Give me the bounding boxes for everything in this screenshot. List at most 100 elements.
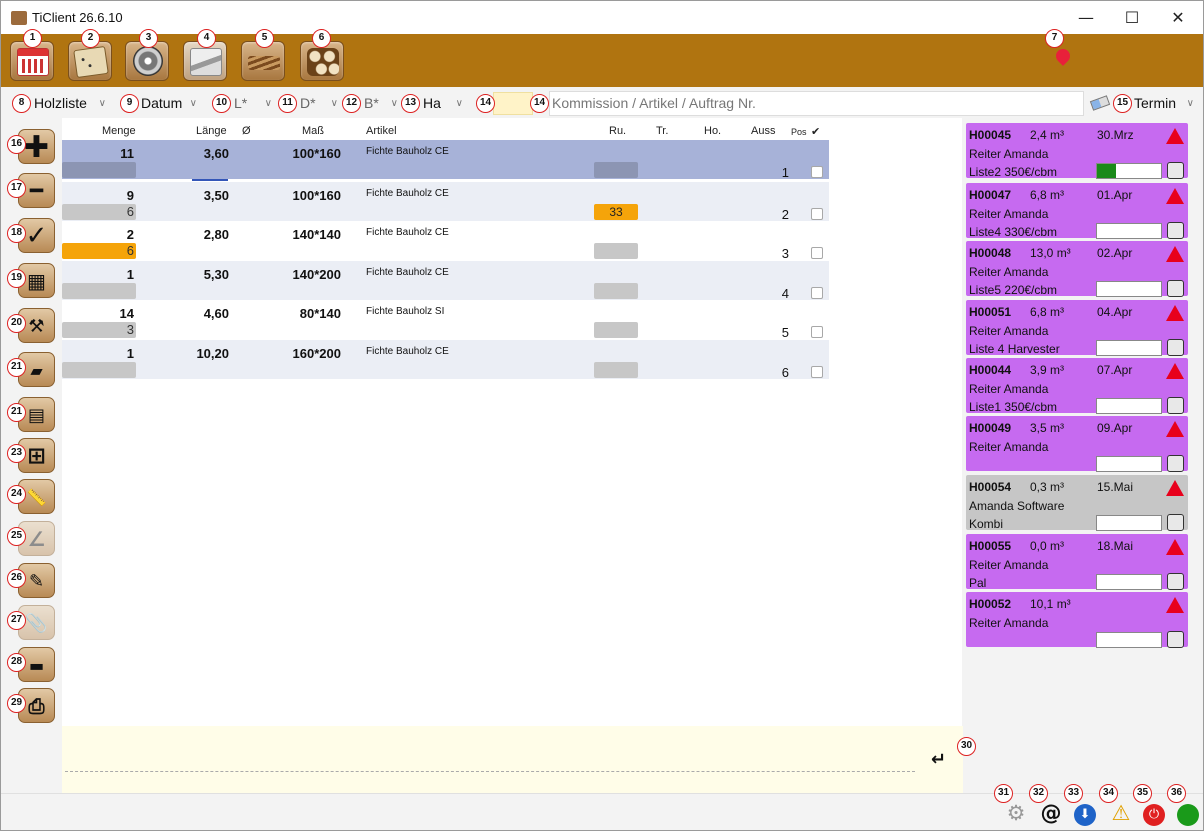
sub-quantity-cell[interactable]: 3 — [62, 322, 136, 338]
column-header-diameter[interactable]: Ø — [242, 125, 251, 137]
order-checkbox[interactable] — [1167, 162, 1184, 179]
badge: 27 — [7, 611, 26, 630]
close-button[interactable]: ✕ — [1155, 1, 1201, 34]
position-cell: 2 — [781, 207, 789, 222]
warning-triangle-icon — [1166, 305, 1184, 321]
order-checkbox[interactable] — [1167, 397, 1184, 414]
column-header-ru[interactable]: Ru. — [609, 125, 626, 137]
order-card[interactable]: H00044 3,9 m³ 07.Apr Reiter Amanda Liste1 35… — [966, 358, 1188, 414]
sub-quantity-cell[interactable] — [62, 162, 136, 178]
order-checkbox[interactable] — [1167, 222, 1184, 239]
column-header-tr[interactable]: Tr. — [656, 125, 668, 137]
diameter-filter-dropdown[interactable]: D* ∨ — [298, 92, 340, 115]
ru-cell[interactable] — [594, 362, 638, 378]
memo-field[interactable] — [62, 726, 963, 793]
maximize-button[interactable]: ☐ — [1109, 1, 1155, 34]
column-header-menge[interactable]: Menge — [102, 125, 136, 137]
badge: 36 — [1167, 784, 1186, 803]
badge: 9 — [120, 94, 139, 113]
ru-cell[interactable] — [594, 162, 638, 178]
dimension-cell: 80*140 — [299, 306, 341, 321]
row-checkbox[interactable] — [811, 287, 823, 299]
power-icon[interactable]: ⏻ — [1143, 804, 1165, 826]
sub-quantity-cell[interactable] — [62, 362, 136, 378]
order-checkbox[interactable] — [1167, 514, 1184, 531]
row-checkbox[interactable] — [811, 247, 823, 259]
order-card[interactable]: H00047 6,8 m³ 01.Apr Reiter Amanda Liste4 33… — [966, 183, 1188, 239]
column-header-pos[interactable]: Pos — [791, 127, 807, 137]
notepad-icon — [73, 45, 109, 79]
order-card[interactable]: H00048 13,0 m³ 02.Apr Reiter Amanda Liste5 2… — [966, 241, 1188, 297]
sub-quantity-cell[interactable]: 6 — [62, 243, 136, 259]
length-filter-dropdown[interactable]: L* ∨ — [232, 92, 274, 115]
order-card[interactable]: H00051 6,8 m³ 04.Apr Reiter Amanda Liste 4 H… — [966, 300, 1188, 356]
warning-icon[interactable]: ⚠ — [1109, 801, 1133, 825]
badge: 33 — [1064, 784, 1083, 803]
order-customer: Reiter Amanda — [969, 382, 1049, 396]
sort-value: Datum — [141, 95, 183, 111]
order-checkbox[interactable] — [1167, 631, 1184, 648]
order-card[interactable]: H00052 10,1 m³ Reiter Amanda — [966, 592, 1188, 648]
order-note: Liste1 350€/cbm — [969, 400, 1058, 414]
sub-quantity-cell[interactable]: 6 — [62, 204, 136, 220]
article-cell: Fichte Bauholz CE — [366, 188, 449, 199]
badge: 14 — [476, 94, 495, 113]
dimension-cell: 140*200 — [292, 267, 341, 282]
column-header-laenge[interactable]: Länge — [196, 125, 227, 137]
order-card[interactable]: H00055 0,0 m³ 18.Mai Reiter Amanda Pal — [966, 534, 1188, 590]
badge: 2 — [81, 29, 100, 48]
row-checkbox[interactable] — [811, 366, 823, 378]
order-customer: Reiter Amanda — [969, 558, 1049, 572]
article-cell: Fichte Bauholz CE — [366, 267, 449, 278]
order-date: 09.Apr — [1097, 421, 1133, 435]
column-header-auss[interactable]: Auss — [751, 125, 775, 137]
badge: 16 — [7, 135, 26, 154]
search-input[interactable]: Kommission / Artikel / Auftrag Nr. — [549, 91, 1084, 116]
gear-icon[interactable]: ⚙ — [1004, 801, 1028, 825]
article-cell: Fichte Bauholz CE — [366, 146, 449, 157]
order-checkbox[interactable] — [1167, 455, 1184, 472]
order-customer: Amanda Software — [969, 499, 1065, 513]
ru-cell[interactable]: 33 — [594, 204, 638, 220]
order-progress-bar — [1096, 163, 1162, 179]
order-date: 01.Apr — [1097, 188, 1133, 202]
row-checkbox[interactable] — [811, 166, 823, 178]
at-sign-icon[interactable]: @ — [1039, 801, 1063, 825]
order-volume: 3,9 m³ — [1030, 363, 1065, 377]
badge: 31 — [994, 784, 1013, 803]
column-header-mass[interactable]: Maß — [302, 125, 324, 137]
order-checkbox[interactable] — [1167, 339, 1184, 356]
row-checkbox[interactable] — [811, 326, 823, 338]
enter-icon[interactable]: ↵ — [931, 749, 946, 770]
order-checkbox[interactable] — [1167, 280, 1184, 297]
ru-cell[interactable] — [594, 283, 638, 299]
download-icon[interactable]: ⬇ — [1074, 804, 1096, 826]
badge: 28 — [7, 653, 26, 672]
ha-filter-dropdown[interactable]: Ha ∨ — [421, 92, 465, 115]
width-filter-dropdown[interactable]: B* ∨ — [362, 92, 400, 115]
order-card[interactable]: H00049 3,5 m³ 09.Apr Reiter Amanda — [966, 416, 1188, 472]
order-progress-bar — [1096, 574, 1162, 590]
highlight-field[interactable] — [493, 92, 533, 115]
firewood-icon — [307, 48, 339, 76]
ru-cell[interactable] — [594, 322, 638, 338]
sort-dropdown[interactable]: Datum ∨ — [139, 92, 199, 115]
order-id: H00045 — [969, 128, 1012, 142]
ru-cell[interactable] — [594, 243, 638, 259]
article-cell: Fichte Bauholz SI — [366, 306, 445, 317]
status-online-icon[interactable] — [1177, 804, 1199, 826]
order-checkbox[interactable] — [1167, 573, 1184, 590]
column-header-ho[interactable]: Ho. — [704, 125, 721, 137]
order-card[interactable]: H00045 2,4 m³ 30.Mrz Reiter Amanda Liste2 35… — [966, 123, 1188, 179]
row-checkbox[interactable] — [811, 208, 823, 220]
badge: 8 — [12, 94, 31, 113]
list-type-dropdown[interactable]: Holzliste ∨ — [32, 92, 108, 115]
order-volume: 0,0 m³ — [1030, 539, 1065, 553]
order-card[interactable]: H00054 0,3 m³ 15.Mai Amanda Software Kombi — [966, 475, 1188, 531]
sub-quantity-cell[interactable] — [62, 283, 136, 299]
minimize-button[interactable]: — — [1063, 1, 1109, 34]
termin-dropdown[interactable]: Termin ∨ — [1132, 92, 1196, 115]
column-header-check[interactable]: ✔ — [811, 125, 820, 138]
column-header-artikel[interactable]: Artikel — [366, 125, 397, 137]
width-filter-value: B* — [364, 95, 379, 111]
